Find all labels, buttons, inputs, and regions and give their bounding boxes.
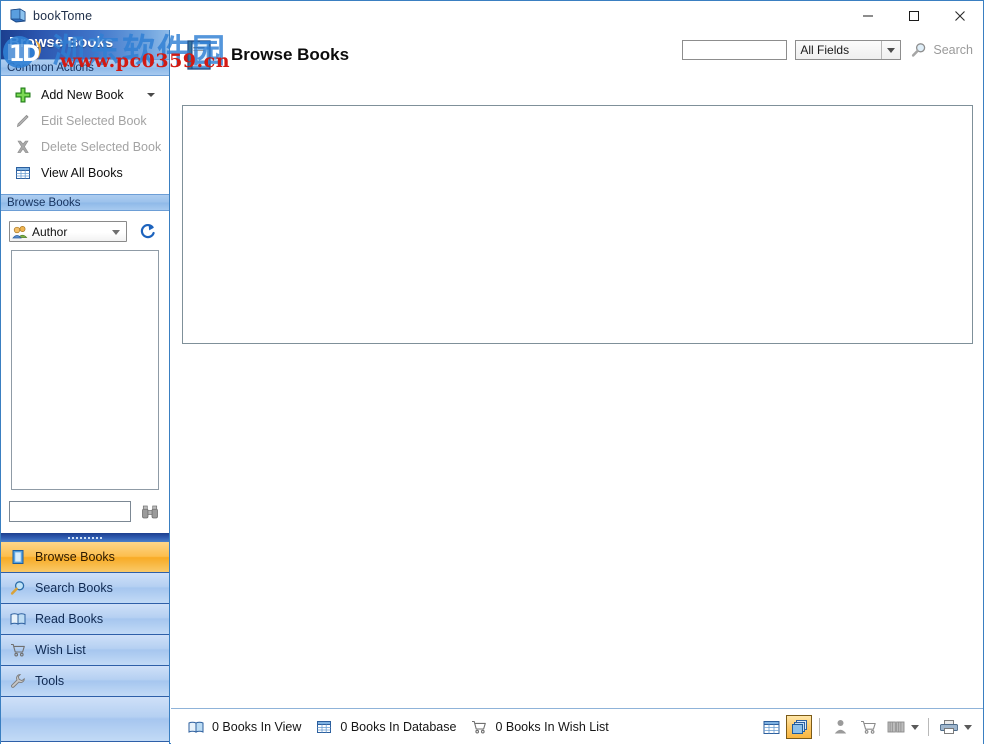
sidebar-item-browse-books[interactable]: Browse Books: [1, 542, 169, 573]
minimize-button[interactable]: [845, 1, 891, 30]
search-field-select[interactable]: All Fields: [795, 40, 902, 60]
browse-filter-combo[interactable]: Author: [9, 221, 127, 242]
action-edit-selected-book[interactable]: Edit Selected Book: [1, 108, 169, 134]
search-button-label: Search: [933, 43, 973, 57]
content-header: Browse Books All Fields Search: [171, 30, 983, 79]
binoculars-icon[interactable]: [140, 503, 160, 521]
search-button[interactable]: Search: [910, 41, 973, 59]
search-input[interactable]: [682, 40, 788, 60]
status-books-in-view: 0 Books In View: [187, 718, 301, 736]
refresh-arrow-icon[interactable]: [138, 222, 158, 242]
action-label: Edit Selected Book: [41, 114, 147, 128]
status-books-in-database: 0 Books In Database: [315, 718, 456, 736]
open-book-icon: [187, 718, 205, 736]
magnifier-icon: [9, 579, 27, 597]
wishlist-button[interactable]: [855, 715, 881, 739]
sidebar-header: Browse Books: [1, 30, 169, 59]
wrench-icon: [9, 672, 27, 690]
delete-x-icon: [13, 137, 33, 157]
window-title: bookTome: [33, 8, 93, 23]
browse-panel: Author: [1, 211, 169, 542]
view-toolbar: [757, 713, 975, 741]
chevron-down-icon[interactable]: [911, 724, 919, 730]
sidebar-item-label: Read Books: [35, 612, 104, 626]
window-controls: [845, 1, 983, 30]
filter-row: Author: [1, 217, 169, 246]
maximize-button[interactable]: [891, 1, 937, 30]
status-books-in-wish-list: 0 Books In Wish List: [470, 718, 609, 736]
sidebar-item-label: Browse Books: [35, 550, 115, 564]
results-panel[interactable]: [182, 105, 973, 344]
book-large-icon: [182, 38, 216, 72]
toolbar-separator: [819, 718, 820, 736]
table-grid-icon: [315, 718, 333, 736]
chevron-down-icon[interactable]: [881, 41, 900, 59]
sidebar-item-tools[interactable]: Tools: [1, 666, 169, 697]
quick-find-input[interactable]: [9, 501, 131, 522]
navigation-splitter[interactable]: [1, 533, 169, 542]
action-label: Add New Book: [41, 88, 124, 102]
search-field-value: All Fields: [800, 43, 850, 57]
navigation-buttons: Browse Books Search Books Read Books Wis…: [1, 542, 169, 742]
status-bar: 0 Books In View 0 Books In Database 0 Bo…: [171, 708, 983, 744]
sidebar-item-wish-list[interactable]: Wish List: [1, 635, 169, 666]
open-book-icon: [9, 610, 27, 628]
magnifier-icon: [910, 41, 928, 59]
browse-list[interactable]: [11, 250, 159, 490]
table-grid-icon: [13, 163, 33, 183]
sidebar: Browse Books Common Actions Add New Book: [1, 30, 170, 744]
cart-icon: [470, 718, 488, 736]
navigation-filler: [1, 697, 169, 742]
sidebar-item-label: Search Books: [35, 581, 113, 595]
section-caption-common-actions: Common Actions: [1, 59, 169, 76]
book-blue-icon: [9, 548, 27, 566]
search-cluster: All Fields Search: [682, 40, 973, 60]
toolbar-separator: [928, 718, 929, 736]
sidebar-item-search-books[interactable]: Search Books: [1, 573, 169, 604]
plus-green-icon: [13, 85, 33, 105]
chevron-down-icon[interactable]: [112, 230, 120, 235]
title-bar: bookTome: [1, 1, 983, 30]
page-title: Browse Books: [231, 44, 350, 64]
cover-view-button[interactable]: [786, 715, 812, 739]
chevron-down-icon[interactable]: [964, 724, 972, 730]
action-view-all-books[interactable]: View All Books: [1, 160, 169, 186]
body-area: Browse Books Common Actions Add New Book: [1, 30, 983, 744]
action-label: Delete Selected Book: [41, 140, 162, 154]
status-label: 0 Books In Database: [340, 719, 457, 734]
users-icon: [12, 224, 28, 240]
book-icon: [9, 7, 27, 24]
status-label: 0 Books In View: [212, 719, 302, 734]
browse-filter-value: Author: [32, 224, 68, 239]
grid-view-button[interactable]: [758, 715, 784, 739]
sidebar-item-read-books[interactable]: Read Books: [1, 604, 169, 635]
action-add-new-book[interactable]: Add New Book: [1, 82, 169, 108]
chevron-down-icon[interactable]: [147, 93, 155, 97]
action-label: View All Books: [41, 166, 123, 180]
pencil-icon: [13, 111, 33, 131]
sidebar-item-label: Wish List: [35, 643, 86, 657]
content-area: Browse Books All Fields Search 0 Books I…: [171, 30, 983, 744]
application-window: bookTome Browse Books Common Actions Add…: [0, 0, 984, 744]
grip-dots: [68, 536, 102, 539]
cart-icon: [9, 641, 27, 659]
print-button[interactable]: [936, 715, 962, 739]
sidebar-item-label: Tools: [35, 674, 65, 688]
series-button[interactable]: [883, 715, 909, 739]
common-actions-panel: Add New Book Edit Selected Book Delete S…: [1, 76, 169, 194]
action-delete-selected-book[interactable]: Delete Selected Book: [1, 134, 169, 160]
author-button[interactable]: [827, 715, 853, 739]
quick-find-row: [9, 501, 169, 522]
section-caption-browse-books: Browse Books: [1, 194, 169, 211]
status-label: 0 Books In Wish List: [495, 719, 609, 734]
close-button[interactable]: [937, 1, 983, 30]
sidebar-header-title: Browse Books: [9, 34, 114, 51]
